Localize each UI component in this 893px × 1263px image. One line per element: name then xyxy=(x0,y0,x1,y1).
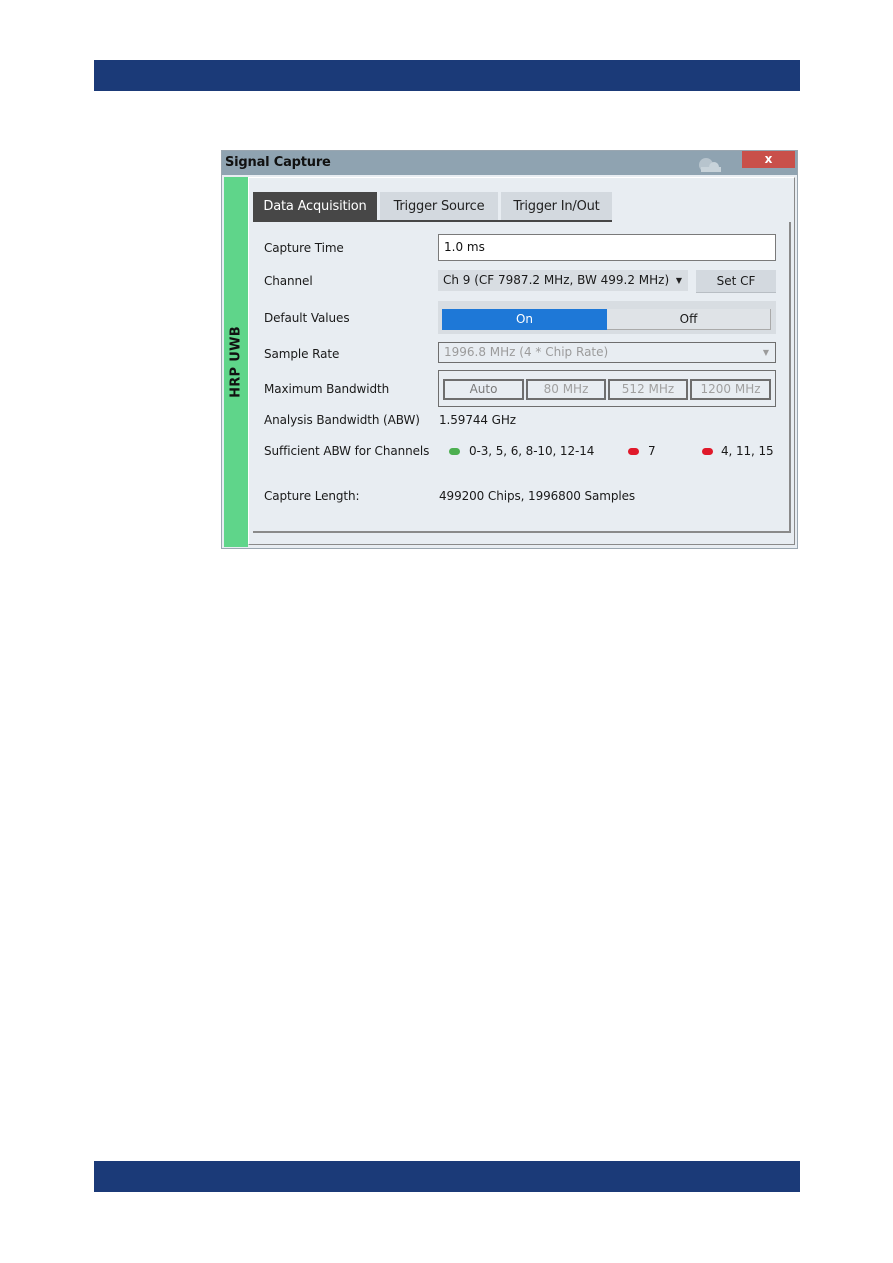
channel-label: Channel xyxy=(264,274,313,288)
channel-value: Ch 9 (CF 7987.2 MHz, BW 499.2 MHz) xyxy=(443,273,670,287)
capture-time-input[interactable]: 1.0 ms xyxy=(438,234,776,261)
sample-rate-value: 1996.8 MHz (4 * Chip Rate) xyxy=(444,345,609,359)
status-led-red-icon xyxy=(628,448,639,455)
close-icon: x xyxy=(764,152,773,166)
channel-select[interactable]: Ch 9 (CF 7987.2 MHz, BW 499.2 MHz) ▼ xyxy=(438,270,688,291)
max-bandwidth-label: Maximum Bandwidth xyxy=(264,382,390,396)
dropdown-caret-icon: ▼ xyxy=(762,348,769,357)
side-tab-hrp-uwb[interactable]: HRP UWB xyxy=(224,177,248,547)
capture-length-value: 499200 Chips, 1996800 Samples xyxy=(439,489,636,503)
capture-length-label: Capture Length: xyxy=(264,489,360,503)
page-header-bar xyxy=(94,60,800,91)
tab-data-acquisition[interactable]: Data Acquisition xyxy=(253,192,377,222)
abw-sufficient-channels: 0-3, 5, 6, 8-10, 12-14 xyxy=(469,444,595,458)
bw-1200mhz-button[interactable]: 1200 MHz xyxy=(690,379,771,400)
bw-512mhz-button[interactable]: 512 MHz xyxy=(608,379,688,400)
analysis-bandwidth-label: Analysis Bandwidth (ABW) xyxy=(264,413,420,427)
default-values-toggle: On Off xyxy=(438,301,776,334)
set-cf-button[interactable]: Set CF xyxy=(696,270,776,293)
sample-rate-select[interactable]: 1996.8 MHz (4 * Chip Rate) ▼ xyxy=(438,342,776,363)
max-bandwidth-group: Auto 80 MHz 512 MHz 1200 MHz xyxy=(438,370,776,407)
analysis-bandwidth-value: 1.59744 GHz xyxy=(439,413,516,427)
sufficient-abw-label: Sufficient ABW for Channels xyxy=(264,444,430,458)
bw-auto-button[interactable]: Auto xyxy=(443,379,524,400)
dialog-title: Signal Capture xyxy=(225,155,331,170)
status-led-green-icon xyxy=(449,448,460,455)
status-led-red-icon xyxy=(702,448,713,455)
side-tab-label: HRP UWB xyxy=(228,326,244,398)
bw-80mhz-button[interactable]: 80 MHz xyxy=(526,379,606,400)
page-footer-bar xyxy=(94,1161,800,1192)
default-values-off-button[interactable]: Off xyxy=(607,309,771,330)
sample-rate-label: Sample Rate xyxy=(264,347,340,361)
tab-trigger-source[interactable]: Trigger Source xyxy=(380,192,498,220)
dialog-titlebar[interactable]: Signal Capture x xyxy=(222,151,797,175)
cloud-icon xyxy=(699,158,721,172)
signal-capture-dialog: Signal Capture x HRP UWB Data Acquisitio… xyxy=(221,150,798,549)
abw-insufficient-channels: 4, 11, 15 xyxy=(721,444,774,458)
tab-trigger-in-out[interactable]: Trigger In/Out xyxy=(501,192,612,220)
abw-partial-channels: 7 xyxy=(648,444,656,458)
dropdown-caret-icon: ▼ xyxy=(675,276,682,285)
capture-time-label: Capture Time xyxy=(264,241,344,255)
close-button[interactable]: x xyxy=(742,151,795,168)
default-values-label: Default Values xyxy=(264,311,350,325)
default-values-on-button[interactable]: On xyxy=(442,309,607,330)
